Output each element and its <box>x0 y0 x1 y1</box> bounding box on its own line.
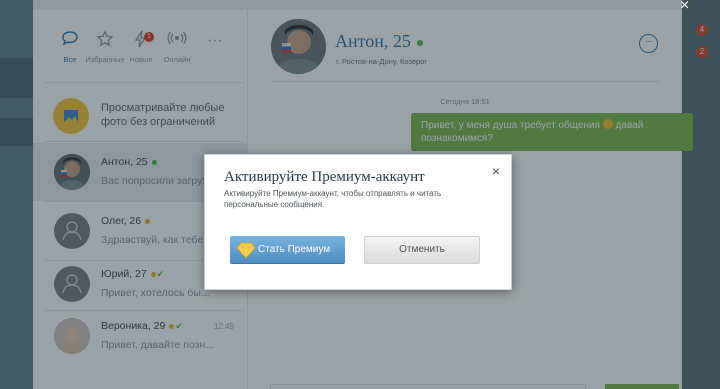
close-window-icon[interactable]: × <box>680 0 689 15</box>
become-premium-button[interactable]: Стать Премиум <box>230 236 345 264</box>
premium-modal: Активируйте Премиум-аккаунт × Активируйт… <box>204 154 512 290</box>
become-premium-label: Стать Премиум <box>258 244 331 255</box>
diamond-icon <box>236 240 256 260</box>
modal-text: Активируйте Премиум-аккаунт, чтобы отпра… <box>224 189 442 209</box>
close-icon[interactable]: × <box>492 163 500 179</box>
cancel-button[interactable]: Отменить <box>364 236 480 264</box>
modal-title: Активируйте Премиум-аккаунт <box>224 169 425 185</box>
